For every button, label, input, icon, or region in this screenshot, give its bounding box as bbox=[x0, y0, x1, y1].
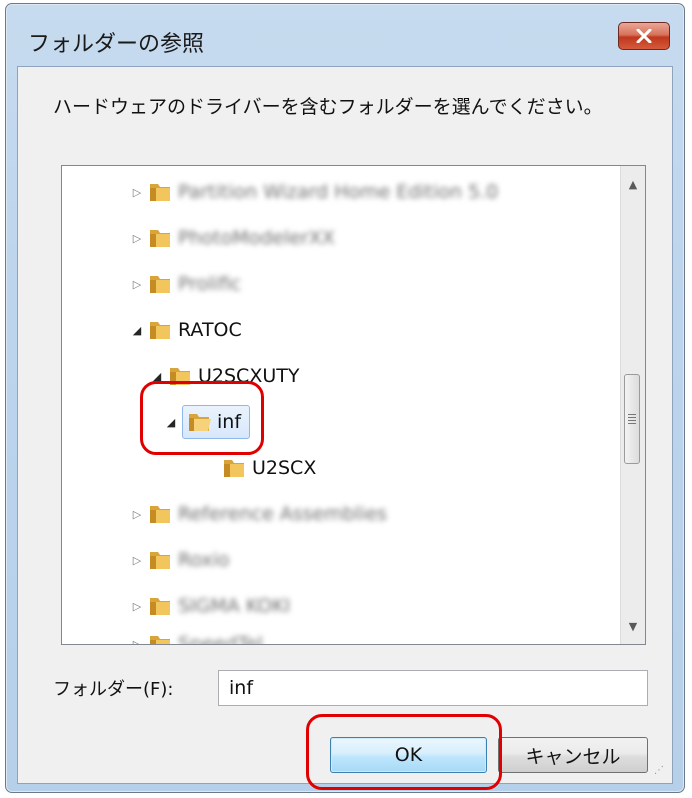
expand-arrow-icon[interactable]: ▷ bbox=[130, 185, 144, 199]
vertical-scrollbar[interactable]: ▲ ▼ bbox=[620, 166, 645, 644]
tree-item[interactable]: ▷ Prolific bbox=[130, 264, 241, 304]
folder-icon bbox=[150, 184, 170, 201]
tree-item-label: SpeedTel bbox=[178, 633, 263, 645]
highlight-ok-button bbox=[306, 714, 502, 790]
folder-input[interactable] bbox=[218, 670, 648, 706]
expander-placeholder bbox=[204, 461, 218, 475]
tree-item[interactable]: ▷ SpeedTel bbox=[130, 624, 263, 645]
cancel-button[interactable]: キャンセル bbox=[498, 737, 648, 773]
scroll-down-icon[interactable]: ▼ bbox=[621, 614, 645, 638]
tree-item-label: Reference Assemblies bbox=[178, 503, 387, 525]
browse-folder-dialog: フォルダーの参照 ハードウェアのドライバーを含むフォルダーを選んでください。 ▷… bbox=[5, 3, 685, 793]
window-title: フォルダーの参照 bbox=[28, 32, 205, 57]
dialog-body: ハードウェアのドライバーを含むフォルダーを選んでください。 ▷ Partitio… bbox=[17, 66, 673, 784]
expand-arrow-icon[interactable]: ▷ bbox=[130, 637, 144, 645]
instruction-text: ハードウェアのドライバーを含むフォルダーを選んでください。 bbox=[53, 96, 603, 118]
folder-field-label: フォルダー(F): bbox=[53, 679, 174, 700]
grip-icon bbox=[628, 412, 636, 426]
tree-item[interactable]: ▷ SIGMA KOKI bbox=[130, 586, 291, 626]
title-bar[interactable]: フォルダーの参照 bbox=[6, 4, 684, 74]
tree-item-ratoc[interactable]: ◢ RATOC bbox=[130, 310, 242, 350]
scroll-thumb[interactable] bbox=[624, 374, 640, 464]
tree-item-label: RATOC bbox=[178, 319, 242, 341]
tree-item-label: SIGMA KOKI bbox=[178, 595, 291, 617]
expand-arrow-icon[interactable]: ▷ bbox=[130, 277, 144, 291]
scroll-up-icon[interactable]: ▲ bbox=[621, 172, 645, 196]
tree-item-label: U2SCX bbox=[252, 457, 317, 479]
expand-arrow-icon[interactable]: ▷ bbox=[130, 553, 144, 567]
folder-icon bbox=[150, 506, 170, 523]
expand-arrow-icon[interactable]: ▷ bbox=[130, 599, 144, 613]
folder-icon bbox=[150, 230, 170, 247]
highlight-inf-folder bbox=[140, 381, 264, 455]
expand-arrow-icon[interactable]: ▷ bbox=[130, 507, 144, 521]
folder-icon bbox=[224, 460, 244, 477]
tree-item[interactable]: ▷ Reference Assemblies bbox=[130, 494, 387, 534]
resize-grip-icon[interactable]: ⋰ bbox=[654, 765, 668, 779]
tree-item-label: PhotoModelerXX bbox=[178, 227, 335, 249]
collapse-arrow-icon[interactable]: ◢ bbox=[130, 323, 144, 337]
tree-item-label: Partition Wizard Home Edition 5.0 bbox=[178, 181, 499, 203]
folder-icon bbox=[150, 322, 170, 339]
folder-icon bbox=[150, 636, 170, 644]
close-icon bbox=[636, 29, 652, 43]
folder-icon bbox=[150, 552, 170, 569]
tree-item[interactable]: ▷ Roxio bbox=[130, 540, 230, 580]
tree-item-label: Prolific bbox=[178, 273, 242, 295]
tree-item[interactable]: ▷ Partition Wizard Home Edition 5.0 bbox=[130, 172, 498, 212]
tree-item-label: Roxio bbox=[178, 549, 230, 571]
expand-arrow-icon[interactable]: ▷ bbox=[130, 231, 144, 245]
folder-icon bbox=[150, 276, 170, 293]
close-button[interactable] bbox=[618, 22, 670, 50]
folder-icon bbox=[150, 598, 170, 615]
tree-item[interactable]: ▷ PhotoModelerXX bbox=[130, 218, 335, 258]
